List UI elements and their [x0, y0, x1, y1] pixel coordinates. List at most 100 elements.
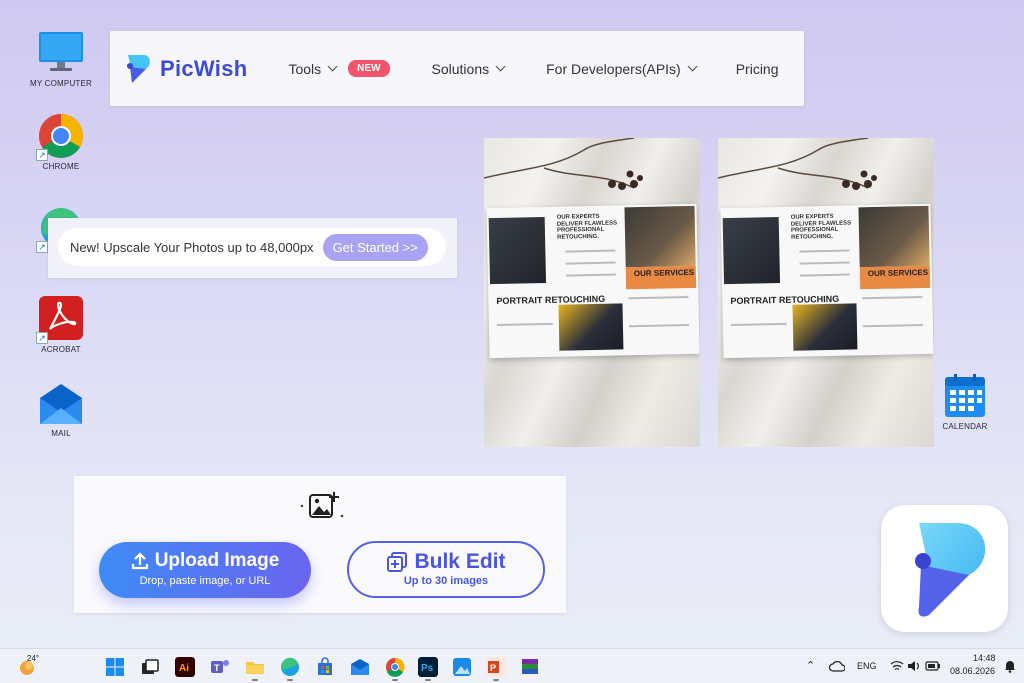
cloud-icon[interactable]: [829, 660, 845, 672]
poster-photo: [858, 205, 930, 268]
nav-developers-label: For Developers(APIs): [546, 60, 681, 77]
nav-tools[interactable]: Tools NEW: [288, 60, 390, 77]
poster-text-line: [799, 249, 850, 253]
poster-image-after: OUR EXPERTS DELIVER FLAWLESS PROFESSIONA…: [718, 138, 934, 447]
task-view-icon[interactable]: [140, 657, 160, 677]
running-indicator: [252, 679, 258, 681]
shortcut-arrow-icon: ↗: [36, 241, 48, 253]
svg-text:Ai: Ai: [179, 663, 189, 674]
wifi-icon[interactable]: [890, 660, 904, 672]
photos-icon[interactable]: [452, 657, 472, 677]
poster-text-line: [799, 273, 850, 277]
illustrator-icon[interactable]: Ai: [175, 657, 195, 677]
photoshop-icon[interactable]: Ps: [418, 657, 438, 677]
bulk-edit-button[interactable]: Bulk Edit Up to 30 images: [347, 541, 545, 598]
clock-time[interactable]: 14:48: [973, 653, 996, 663]
poster-headline: OUR EXPERTS DELIVER FLAWLESS PROFESSIONA…: [790, 213, 852, 241]
clock-date[interactable]: 08.06.2026: [950, 666, 995, 676]
running-indicator: [287, 679, 293, 681]
desktop-icon-label: MAIL: [51, 429, 71, 438]
poster-photo: [558, 303, 624, 351]
chevron-down-icon: [327, 61, 338, 72]
poster-photo: [488, 216, 547, 285]
battery-icon[interactable]: [925, 661, 941, 671]
nav-solutions-label: Solutions: [431, 60, 490, 77]
teams-icon[interactable]: T: [210, 657, 230, 677]
winrar-icon[interactable]: [520, 657, 540, 677]
upload-panel: Upload Image Drop, paste image, or URL B…: [74, 476, 566, 613]
mail-icon[interactable]: [350, 657, 370, 677]
poster-photo: [722, 216, 781, 285]
running-indicator: [392, 679, 398, 681]
chrome-icon: ↗: [36, 113, 84, 161]
brand-name: PicWish: [160, 55, 248, 81]
desktop-icon-chrome[interactable]: ↗ CHROME: [21, 113, 101, 171]
chevron-up-icon[interactable]: ⌃: [806, 659, 815, 672]
notification-bell-icon[interactable]: [1004, 660, 1016, 673]
bulk-edit-hint: Up to 30 images: [403, 575, 489, 587]
picwish-app-icon[interactable]: [881, 505, 1008, 632]
taskbar: 24° Ai T Ps P ⌃ ENG 14:48 08.06.2026: [0, 648, 1024, 683]
file-explorer-icon[interactable]: [245, 657, 265, 677]
svg-text:T: T: [214, 663, 220, 673]
site-navbar: PicWish Tools NEW Solutions For Develope…: [110, 31, 804, 106]
nav-tools-label: Tools: [288, 60, 322, 77]
calendar-icon: [942, 373, 988, 419]
poster-services: OUR SERVICES: [867, 267, 929, 279]
picwish-logo-icon: [915, 523, 986, 617]
multi-image-icon: [387, 552, 408, 572]
upload-icon: [131, 552, 148, 570]
volume-icon[interactable]: [907, 660, 921, 672]
upload-image-button[interactable]: Upload Image Drop, paste image, or URL: [99, 542, 311, 598]
chrome-icon[interactable]: [385, 657, 405, 677]
picwish-logo-icon: [127, 54, 150, 83]
desktop-icon-label: ACROBAT: [41, 345, 81, 354]
promo-banner: New! Upscale Your Photos up to 48,000px …: [48, 218, 457, 278]
monitor-icon: [38, 30, 84, 76]
acrobat-icon: ↗: [36, 296, 84, 344]
desktop-icon-acrobat[interactable]: ↗ ACROBAT: [21, 296, 101, 354]
branch-decoration: [484, 138, 643, 190]
get-started-button[interactable]: Get Started >>: [322, 233, 428, 261]
poster-text-line: [862, 324, 923, 328]
shortcut-arrow-icon: ↗: [36, 332, 48, 344]
picwish-logo[interactable]: PicWish: [124, 53, 247, 85]
desktop-icon-calendar[interactable]: CALENDAR: [925, 373, 1005, 431]
chevron-down-icon: [687, 61, 698, 72]
promo-text: New! Upscale Your Photos up to 48,000px: [70, 239, 314, 255]
branch-decoration: [718, 138, 877, 190]
desktop-icon-label: CALENDAR: [942, 422, 988, 431]
shortcut-arrow-icon: ↗: [36, 149, 48, 161]
poster-sheet: OUR EXPERTS DELIVER FLAWLESS PROFESSIONA…: [486, 203, 700, 359]
poster-sheet: OUR EXPERTS DELIVER FLAWLESS PROFESSIONA…: [720, 203, 934, 359]
bulk-edit-label: Bulk Edit: [414, 550, 506, 573]
poster-text-line: [496, 322, 553, 327]
poster-text-line: [565, 273, 616, 277]
nav-pricing[interactable]: Pricing: [736, 61, 779, 77]
desktop-icon-my-computer[interactable]: MY COMPUTER: [21, 30, 101, 88]
poster-text-line: [565, 249, 616, 253]
nav-pricing-label: Pricing: [735, 60, 779, 77]
desktop-icon-label: CHROME: [42, 162, 80, 171]
nav-solutions[interactable]: Solutions: [431, 60, 506, 77]
language-indicator[interactable]: ENG: [857, 661, 877, 671]
poster-services-block: OUR SERVICES: [859, 265, 931, 290]
poster-headline: OUR EXPERTS DELIVER FLAWLESS PROFESSIONA…: [556, 213, 618, 241]
poster-text-line: [862, 296, 923, 300]
new-badge: NEW: [348, 60, 390, 77]
desktop-icon-label: MY COMPUTER: [29, 79, 93, 88]
windows-start-icon[interactable]: [105, 657, 125, 677]
poster-services: OUR SERVICES: [633, 267, 695, 279]
svg-text:P: P: [490, 663, 496, 673]
running-indicator: [425, 679, 431, 681]
edge-icon[interactable]: [280, 657, 300, 677]
desktop-icon-mail[interactable]: MAIL: [21, 380, 101, 438]
poster-text-line: [628, 296, 689, 300]
running-indicator: [493, 679, 499, 681]
add-image-icon: [300, 492, 344, 518]
store-icon[interactable]: [315, 657, 335, 677]
upload-image-hint: Drop, paste image, or URL: [139, 575, 271, 587]
nav-developers[interactable]: For Developers(APIs): [546, 60, 698, 77]
powerpoint-icon[interactable]: P: [486, 657, 506, 677]
poster-services-block: OUR SERVICES: [625, 265, 697, 290]
